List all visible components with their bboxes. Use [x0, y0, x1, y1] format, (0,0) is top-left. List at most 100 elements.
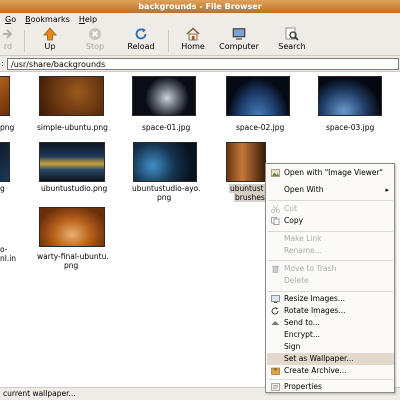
location-label: : [1, 59, 4, 68]
cut-icon [271, 205, 280, 213]
context-menu: Open with "Image Viewer" Open With ▸ Cut… [265, 163, 395, 393]
menu-bookmarks-label: ookmarks [30, 15, 70, 24]
menu-item-encrypt[interactable]: Encrypt... [267, 329, 394, 341]
reload-icon [134, 27, 148, 41]
menu-item-label: Resize Images... [284, 294, 345, 303]
properties-icon [271, 383, 280, 391]
menu-help-label: elp [84, 15, 98, 24]
copy-icon [271, 217, 280, 225]
window-title: backgrounds - File Browser [138, 2, 262, 11]
menu-go-label: o [11, 15, 17, 24]
menu-item-send-to[interactable]: Send to... [267, 317, 394, 329]
file-name-line2: png [157, 193, 172, 202]
menu-item-label: Rotate Images... [284, 306, 346, 315]
stop-button[interactable]: Stop [83, 27, 107, 51]
rotate-icon [271, 307, 280, 315]
up-button[interactable]: Up [38, 27, 62, 51]
file-name: space-02.jpg [236, 123, 285, 132]
menu-item-label: Move to Trash [284, 264, 337, 273]
toolbar-separator [168, 30, 169, 52]
home-button[interactable]: Home [179, 27, 207, 51]
menu-item-label: Rename... [284, 246, 322, 255]
search-icon [285, 27, 299, 41]
up-arrow-icon [43, 27, 57, 41]
reload-button[interactable]: Reload [124, 27, 158, 51]
archive-icon [271, 367, 280, 375]
menu-item-label: Send to... [284, 318, 320, 327]
menu-item-label: Sign [284, 342, 301, 351]
computer-button[interactable]: Computer [218, 27, 260, 51]
file-thumbnail [39, 76, 104, 116]
menu-item-copy[interactable]: Copy [267, 215, 394, 227]
toolbar-separator [24, 30, 25, 52]
menu-item-rotate-images[interactable]: Rotate Images... [267, 305, 394, 317]
forward-button[interactable]: rd [0, 27, 16, 51]
file-name: simple-ubuntu.png [37, 123, 108, 132]
image-viewer-icon [271, 169, 280, 177]
status-text: current wallpaper... [3, 389, 76, 398]
menu-item-set-as-wallpaper[interactable]: Set as Wallpaper... [267, 353, 394, 365]
menu-separator [268, 260, 393, 261]
menu-item-label: Cut [284, 204, 297, 213]
menu-item-open-with-image-viewer[interactable]: Open with "Image Viewer" [267, 167, 394, 179]
file-name: warty-final-ubuntu. [37, 252, 109, 261]
toolbar: rd Up Stop Reload Home Computer Search [0, 26, 400, 56]
location-input[interactable] [7, 58, 399, 70]
menu-item-label: Make Link [284, 234, 322, 243]
menu-help[interactable]: Help [79, 15, 97, 24]
menu-item-label: Delete [284, 276, 309, 285]
menu-item-label: Properties [284, 382, 322, 391]
file-thumbnail [39, 207, 105, 247]
menu-bookmarks[interactable]: Bookmarks [25, 15, 70, 24]
menu-item-label: Open with "Image Viewer" [284, 168, 383, 177]
reload-label: Reload [127, 42, 155, 51]
menu-item-label: Create Archive... [284, 366, 347, 375]
menu-item-make-link[interactable]: Make Link [267, 233, 394, 245]
file-thumbnail [39, 142, 105, 182]
menu-item-create-archive[interactable]: Create Archive... [267, 365, 394, 377]
menu-item-move-to-trash[interactable]: Move to Trash [267, 263, 394, 275]
menu-item-label: Copy [284, 216, 304, 225]
window-title-bar: backgrounds - File Browser [0, 0, 400, 13]
file-thumbnail [226, 76, 290, 116]
menu-separator [268, 200, 393, 201]
resize-icon [271, 295, 280, 303]
computer-icon [232, 27, 246, 41]
file-name: space-03.jpg [326, 123, 375, 132]
home-icon [186, 27, 200, 41]
stop-label: Stop [85, 42, 105, 51]
menu-item-delete[interactable]: Delete [267, 275, 394, 287]
file-name: ubuntust [229, 184, 265, 193]
menu-item-open-with[interactable]: Open With ▸ [267, 184, 394, 196]
file-thumbnail [318, 76, 382, 116]
file-thumbnail [0, 76, 10, 116]
file-name: space-01.jpg [142, 123, 191, 132]
up-label: Up [44, 42, 56, 51]
file-name: png [0, 123, 15, 132]
menu-separator [268, 231, 393, 232]
menu-separator [268, 291, 393, 292]
file-name: ubuntustudio.png [41, 184, 108, 193]
computer-label: Computer [219, 42, 259, 51]
menu-go[interactable]: Go [5, 15, 16, 24]
menu-item-rename[interactable]: Rename... [267, 245, 394, 257]
file-thumbnail [0, 142, 10, 182]
home-label: Home [181, 42, 205, 51]
menu-item-label: Encrypt... [284, 330, 320, 339]
file-name-line2: brushes [234, 193, 266, 202]
file-thumbnail [226, 142, 266, 182]
stop-icon [88, 27, 102, 41]
location-bar: : [0, 56, 400, 72]
file-name: g [0, 184, 5, 193]
menu-item-properties[interactable]: Properties [267, 381, 394, 393]
search-button[interactable]: Search [277, 27, 307, 51]
file-thumbnail [133, 142, 197, 182]
menu-item-resize-images[interactable]: Resize Images... [267, 293, 394, 305]
menu-item-sign[interactable]: Sign [267, 341, 394, 353]
file-name-line2: png [64, 261, 79, 270]
menu-item-cut[interactable]: Cut [267, 203, 394, 215]
file-name: ubuntustudio-ayo. [132, 184, 201, 193]
menu-separator [268, 379, 393, 380]
forward-label: rd [3, 42, 13, 51]
trash-icon [271, 265, 280, 273]
